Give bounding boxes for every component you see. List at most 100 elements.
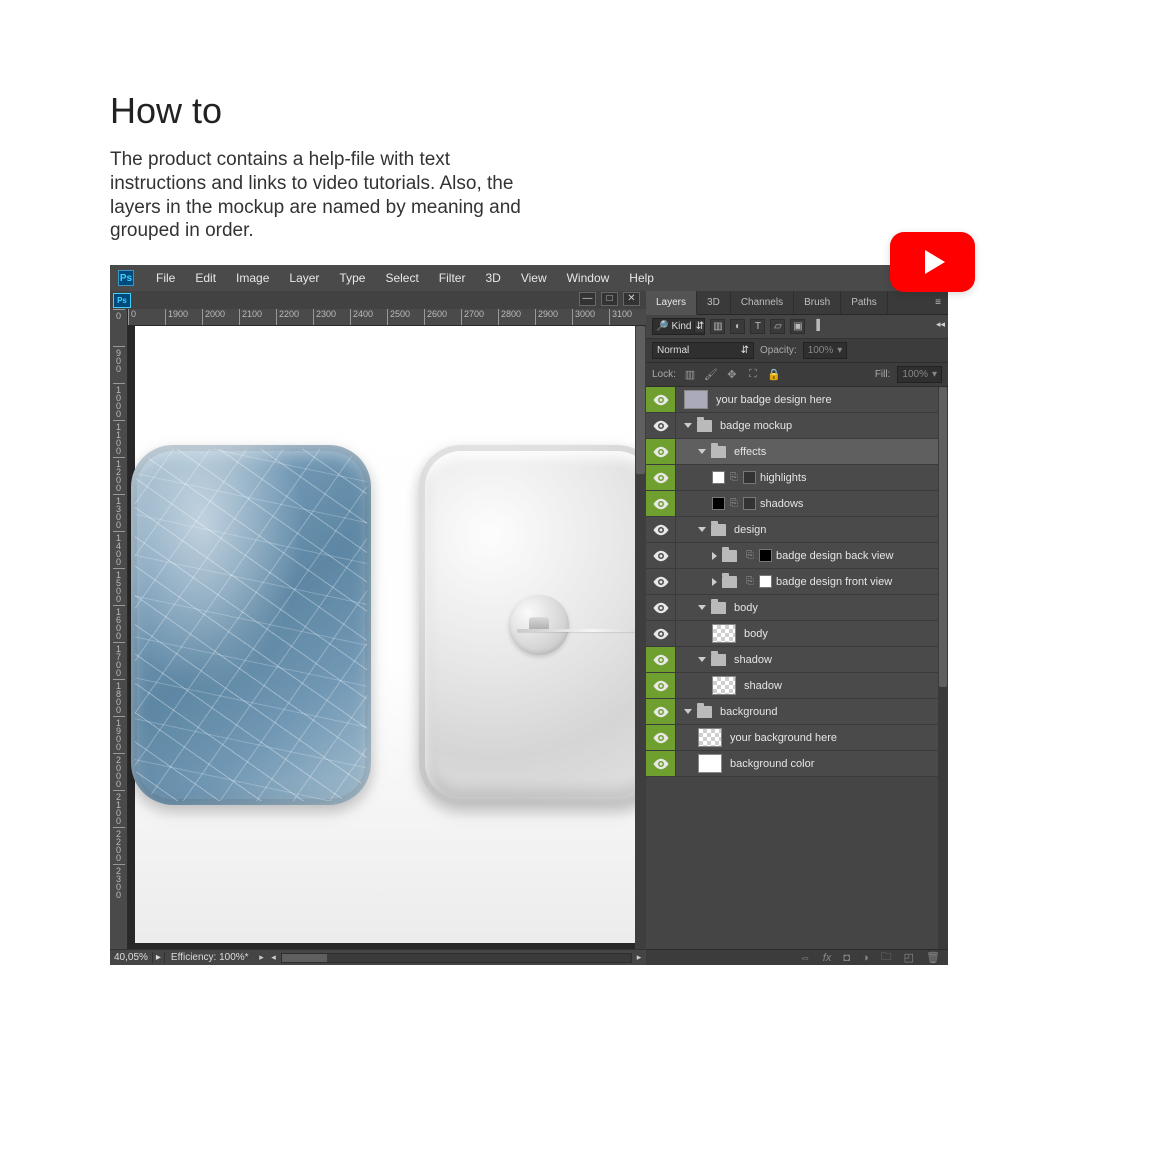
youtube-button[interactable] — [890, 232, 975, 292]
layer-row[interactable]: shadow — [646, 647, 938, 673]
layer-name-label[interactable]: shadow — [734, 654, 772, 666]
visibility-toggle[interactable] — [646, 387, 676, 412]
visibility-toggle[interactable] — [646, 413, 676, 438]
menu-3d[interactable]: 3D — [475, 266, 510, 290]
menu-view[interactable]: View — [511, 266, 557, 290]
chevron-right-icon[interactable] — [712, 552, 717, 560]
layer-row[interactable]: ⎘badge design back view — [646, 543, 938, 569]
tab-layers[interactable]: Layers — [646, 291, 697, 315]
canvas[interactable] — [135, 326, 635, 943]
visibility-toggle[interactable] — [646, 751, 676, 776]
layer-name-label[interactable]: your badge design here — [716, 394, 832, 406]
layer-row[interactable]: your background here — [646, 725, 938, 751]
menu-layer[interactable]: Layer — [279, 266, 329, 290]
close-button[interactable]: ✕ — [623, 292, 640, 306]
new-layer-icon[interactable]: ◰ — [904, 951, 914, 964]
chevron-down-icon[interactable] — [684, 709, 692, 714]
menu-window[interactable]: Window — [557, 266, 620, 290]
layer-name-label[interactable]: badge mockup — [720, 420, 792, 432]
visibility-toggle[interactable] — [646, 439, 676, 464]
menu-image[interactable]: Image — [226, 266, 279, 290]
chevron-down-icon[interactable] — [698, 657, 706, 662]
tab-brush[interactable]: Brush — [794, 291, 841, 314]
chevron-down-icon[interactable] — [698, 449, 706, 454]
ruler-horizontal[interactable]: 0190020002100220023002400250026002700280… — [128, 309, 646, 326]
panel-menu-icon[interactable]: ≡ — [928, 291, 948, 314]
link-layers-icon[interactable]: ⇔ — [800, 952, 811, 964]
opacity-input[interactable]: 100% ▾ — [803, 342, 848, 359]
layer-row[interactable]: background — [646, 699, 938, 725]
visibility-toggle[interactable] — [646, 673, 676, 698]
menu-select[interactable]: Select — [375, 266, 428, 290]
layer-row[interactable]: badge mockup — [646, 413, 938, 439]
scrollbar-thumb[interactable] — [636, 326, 645, 474]
filter-pixel-icon[interactable]: ▥ — [710, 319, 725, 334]
layer-name-label[interactable]: shadow — [744, 680, 782, 692]
chevron-down-icon[interactable] — [698, 527, 706, 532]
tab-paths[interactable]: Paths — [841, 291, 888, 314]
filter-type-icon[interactable]: T — [750, 319, 765, 334]
scroll-left-icon[interactable]: ◂ — [269, 952, 279, 963]
ruler-vertical[interactable]: 09 0 01 0 0 01 1 0 01 2 0 01 3 0 01 4 0 … — [110, 309, 128, 949]
layer-row[interactable]: shadow — [646, 673, 938, 699]
layer-filter-select[interactable]: 🔎 Kind ⇵ — [652, 318, 705, 335]
menu-filter[interactable]: Filter — [429, 266, 476, 290]
visibility-toggle[interactable] — [646, 465, 676, 490]
layer-name-label[interactable]: your background here — [730, 732, 837, 744]
menu-type[interactable]: Type — [329, 266, 375, 290]
layer-name-label[interactable]: highlights — [760, 472, 806, 484]
layer-row[interactable]: body — [646, 595, 938, 621]
visibility-toggle[interactable] — [646, 595, 676, 620]
visibility-toggle[interactable] — [646, 543, 676, 568]
visibility-toggle[interactable] — [646, 647, 676, 672]
layer-name-label[interactable]: background — [720, 706, 778, 718]
document-tab-icon[interactable]: Ps — [113, 293, 131, 308]
menu-edit[interactable]: Edit — [185, 266, 226, 290]
visibility-toggle[interactable] — [646, 569, 676, 594]
chevron-down-icon[interactable] — [684, 423, 692, 428]
layer-style-icon[interactable]: fx — [823, 952, 832, 964]
lock-trans-icon[interactable]: ▥ — [683, 368, 697, 382]
canvas-viewport[interactable] — [128, 326, 635, 949]
tab-channels[interactable]: Channels — [731, 291, 794, 314]
chevron-right-icon[interactable] — [712, 578, 717, 586]
scrollbar-thumb[interactable] — [939, 387, 947, 687]
layer-name-label[interactable]: body — [744, 628, 768, 640]
chevron-down-icon[interactable] — [698, 605, 706, 610]
layer-name-label[interactable]: effects — [734, 446, 766, 458]
lock-pixels-icon[interactable]: 🖌 — [704, 368, 718, 382]
layer-name-label[interactable]: body — [734, 602, 758, 614]
layer-row[interactable]: ⎘shadows — [646, 491, 938, 517]
layer-row[interactable]: your badge design here — [646, 387, 938, 413]
minimize-button[interactable]: — — [579, 292, 596, 306]
fill-input[interactable]: 100% ▾ — [897, 366, 942, 383]
layer-name-label[interactable]: badge design back view — [776, 550, 893, 562]
filter-toggle-icon[interactable]: ▌ — [812, 319, 827, 334]
canvas-scrollbar-horizontal[interactable]: ▸ ◂ ▸ — [255, 952, 646, 963]
visibility-toggle[interactable] — [646, 725, 676, 750]
scrollbar-thumb[interactable] — [282, 954, 327, 962]
layer-row[interactable]: effects — [646, 439, 938, 465]
layer-row[interactable]: ⎘highlights — [646, 465, 938, 491]
layer-name-label[interactable]: background color — [730, 758, 814, 770]
zoom-display[interactable]: 40,05% — [110, 952, 153, 963]
visibility-toggle[interactable] — [646, 699, 676, 724]
menu-file[interactable]: File — [146, 266, 185, 290]
layer-name-label[interactable]: shadows — [760, 498, 803, 510]
layer-row[interactable]: design — [646, 517, 938, 543]
layer-row[interactable]: background color — [646, 751, 938, 777]
visibility-toggle[interactable] — [646, 491, 676, 516]
blend-mode-select[interactable]: Normal ⇵ — [652, 342, 754, 359]
panel-collapse-icon[interactable]: ◂◂ — [936, 319, 945, 330]
new-group-icon[interactable]: 🗀 — [881, 948, 892, 967]
visibility-toggle[interactable] — [646, 621, 676, 646]
delete-layer-icon[interactable]: 🗑 — [926, 951, 940, 964]
layer-row[interactable]: ⎘badge design front view — [646, 569, 938, 595]
scroll-right-icon[interactable]: ▸ — [634, 952, 644, 963]
adjustment-layer-icon[interactable]: ◑ — [862, 952, 869, 964]
lock-all-icon[interactable]: 🔒 — [767, 368, 781, 382]
layer-name-label[interactable]: badge design front view — [776, 576, 892, 588]
visibility-toggle[interactable] — [646, 517, 676, 542]
filter-adjust-icon[interactable]: ◐ — [730, 319, 745, 334]
layers-scrollbar[interactable] — [938, 387, 948, 949]
